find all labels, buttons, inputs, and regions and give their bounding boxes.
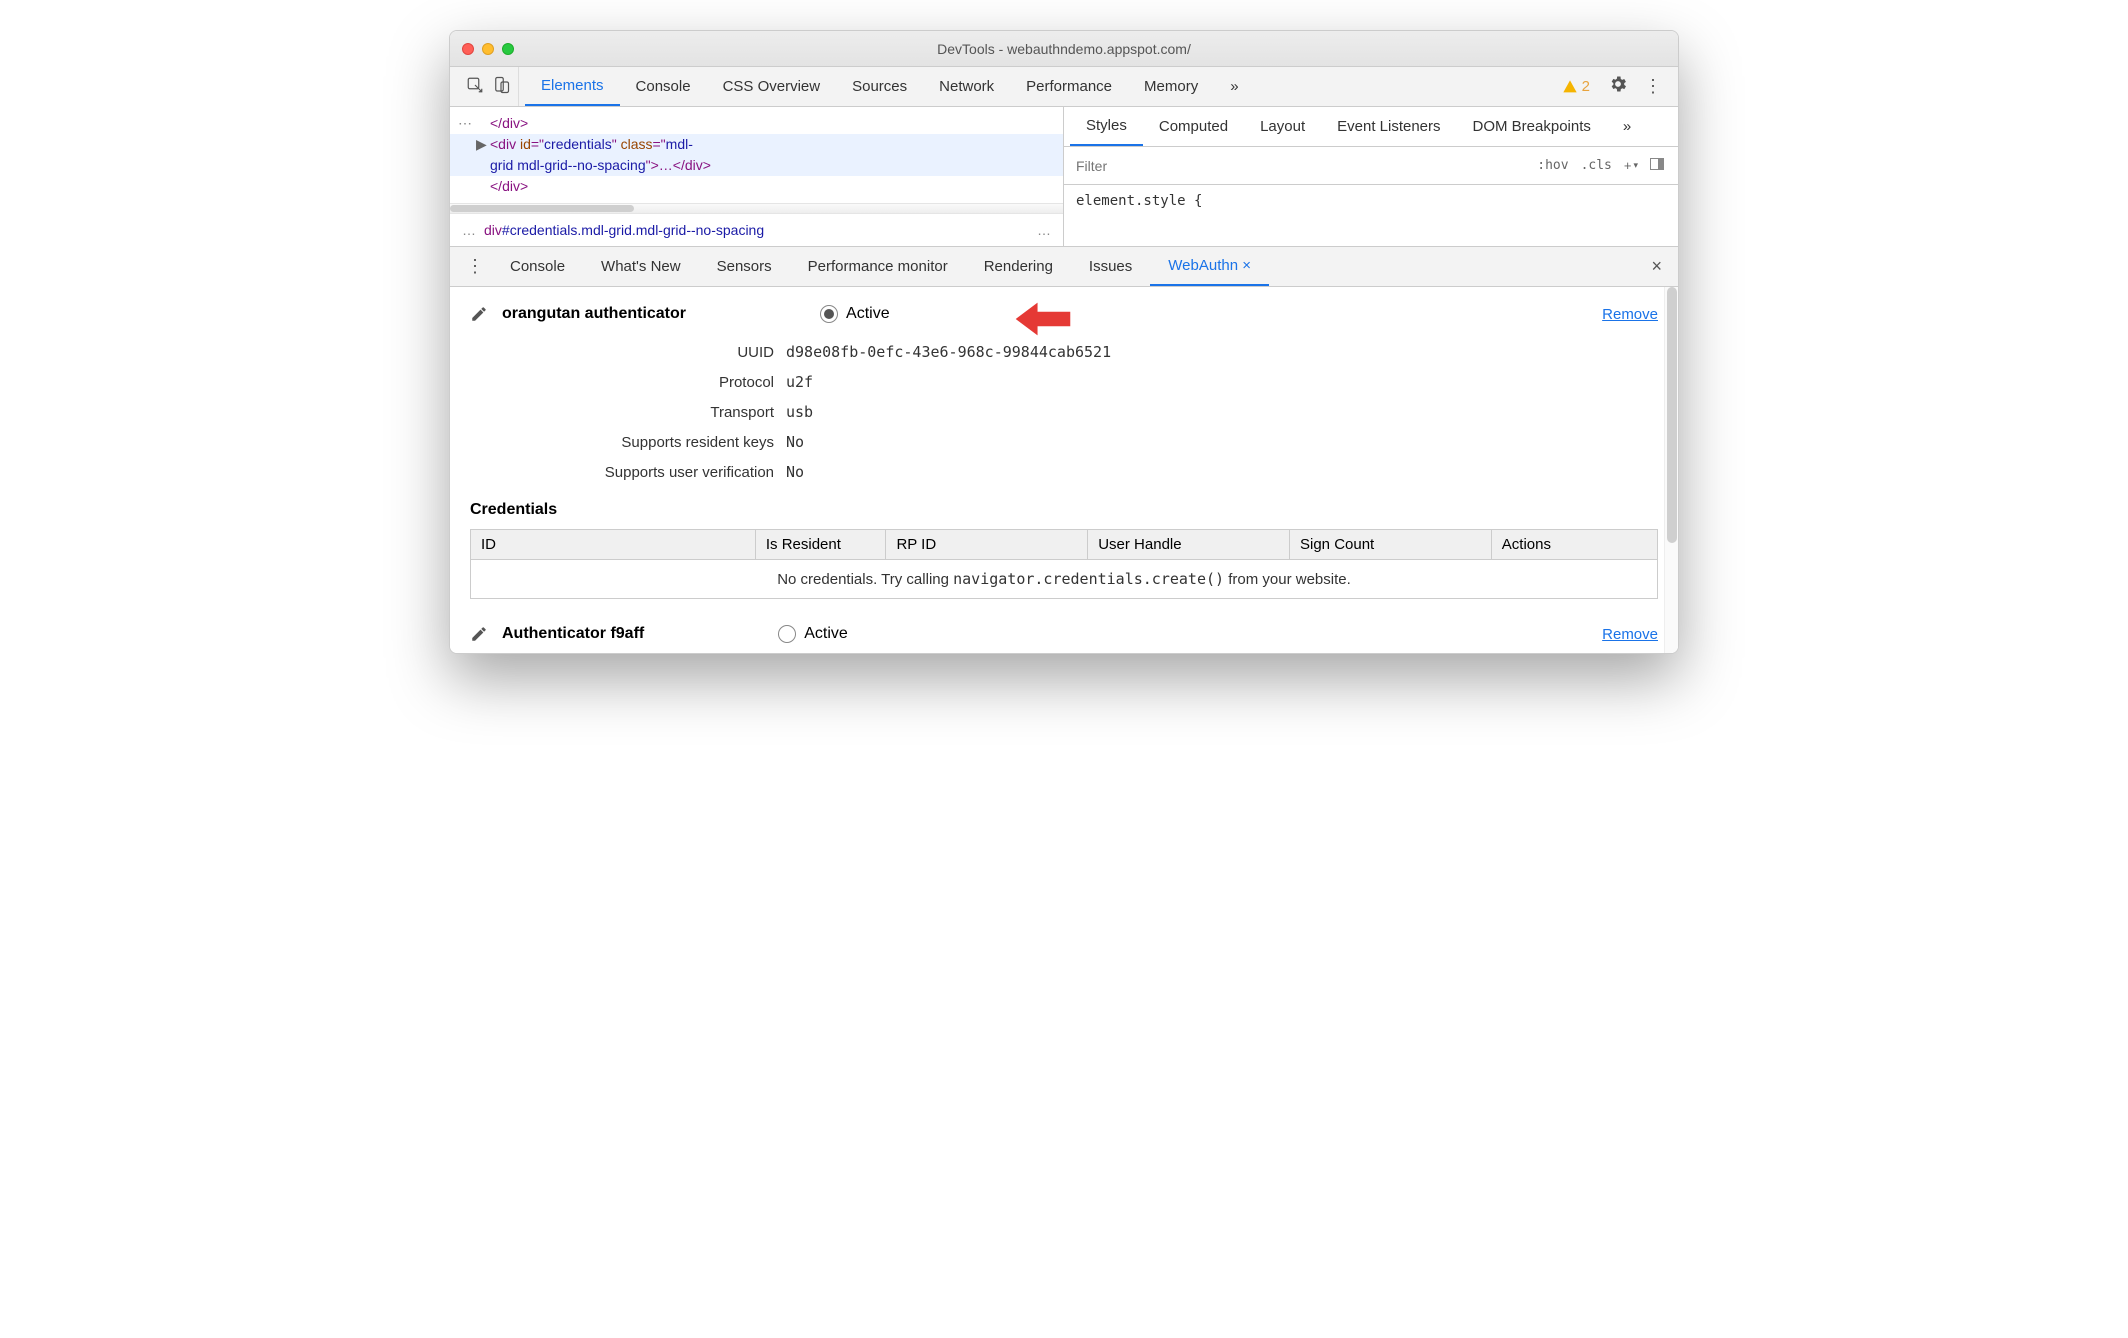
annotation-arrow-icon <box>1015 299 1071 339</box>
authenticator-name: Authenticator f9aff <box>502 625 644 643</box>
col-is-resident: Is Resident <box>755 530 886 560</box>
credentials-table: ID Is Resident RP ID User Handle Sign Co… <box>470 529 1658 599</box>
breadcrumb-overflow-right[interactable]: … <box>1037 222 1051 238</box>
tab-memory[interactable]: Memory <box>1128 67 1214 106</box>
tab-elements[interactable]: Elements <box>525 67 620 106</box>
titlebar: DevTools - webauthndemo.appspot.com/ <box>450 31 1678 67</box>
ellipsis-icon: ⋯ <box>458 113 472 134</box>
cls-toggle[interactable]: .cls <box>1575 158 1618 173</box>
styles-filter-input[interactable] <box>1072 154 1531 178</box>
uuid-value: d98e08fb-0efc-43e6-968c-99844cab6521 <box>786 343 1111 361</box>
resident-keys-label: Supports resident keys <box>470 434 786 451</box>
tab-performance[interactable]: Performance <box>1010 67 1128 106</box>
warnings-badge[interactable]: 2 <box>1552 78 1600 95</box>
transport-label: Transport <box>470 404 786 421</box>
user-verification-label: Supports user verification <box>470 464 786 481</box>
tab-styles[interactable]: Styles <box>1070 107 1143 146</box>
toggle-sidebar-icon[interactable] <box>1644 158 1670 174</box>
active-label: Active <box>804 625 848 643</box>
tab-console[interactable]: Console <box>620 67 707 106</box>
credentials-empty-row: No credentials. Try calling navigator.cr… <box>471 560 1658 599</box>
close-tab-icon[interactable]: × <box>1242 257 1251 274</box>
user-verification-value: No <box>786 463 804 481</box>
credentials-heading: Credentials <box>470 501 1658 519</box>
authenticator-name: orangutan authenticator <box>502 305 686 323</box>
main-tabbar: Elements Console CSS Overview Sources Ne… <box>450 67 1678 107</box>
close-drawer-icon[interactable]: × <box>1643 256 1670 277</box>
warnings-count: 2 <box>1582 78 1590 95</box>
styles-tabbar: Styles Computed Layout Event Listeners D… <box>1064 107 1678 147</box>
drawer-tab-console[interactable]: Console <box>492 247 583 286</box>
active-label: Active <box>846 305 890 323</box>
dom-line: </div> <box>490 178 528 194</box>
col-actions: Actions <box>1491 530 1657 560</box>
drawer-tab-issues[interactable]: Issues <box>1071 247 1150 286</box>
breadcrumb[interactable]: … div#credentials.mdl-grid.mdl-grid--no-… <box>450 213 1063 246</box>
window-title: DevTools - webauthndemo.appspot.com/ <box>450 41 1678 57</box>
tab-sources[interactable]: Sources <box>836 67 923 106</box>
active-radio[interactable] <box>778 625 796 643</box>
col-rp-id: RP ID <box>886 530 1088 560</box>
edit-icon[interactable] <box>470 625 488 643</box>
tab-network[interactable]: Network <box>923 67 1010 106</box>
col-sign-count: Sign Count <box>1290 530 1492 560</box>
dom-tree-pane[interactable]: ⋯ </div> ▶<div id="credentials" class="m… <box>450 107 1064 246</box>
resident-keys-value: No <box>786 433 804 451</box>
dom-line-selected[interactable]: ▶<div id="credentials" class="mdl-grid m… <box>450 134 1063 176</box>
tab-computed[interactable]: Computed <box>1143 107 1244 146</box>
drawer-tab-webauthn[interactable]: WebAuthn × <box>1150 247 1269 286</box>
col-user-handle: User Handle <box>1088 530 1290 560</box>
transport-value: usb <box>786 403 813 421</box>
tab-layout[interactable]: Layout <box>1244 107 1321 146</box>
protocol-value: u2f <box>786 373 813 391</box>
protocol-label: Protocol <box>470 374 786 391</box>
tab-css-overview[interactable]: CSS Overview <box>707 67 837 106</box>
new-style-rule-button[interactable]: +▾ <box>1618 158 1644 173</box>
authenticator-details: UUIDd98e08fb-0efc-43e6-968c-99844cab6521… <box>470 343 1658 481</box>
tabs-overflow[interactable]: » <box>1214 67 1254 106</box>
col-id: ID <box>471 530 756 560</box>
dom-line: </div> <box>490 115 528 131</box>
drawer-tab-whats-new[interactable]: What's New <box>583 247 699 286</box>
expand-icon[interactable]: ▶ <box>476 134 487 155</box>
inspect-icon[interactable] <box>466 76 484 98</box>
remove-link[interactable]: Remove <box>1602 626 1658 643</box>
device-toggle-icon[interactable] <box>492 76 510 98</box>
hov-toggle[interactable]: :hov <box>1531 158 1574 173</box>
drawer-tabbar: ⋮ Console What's New Sensors Performance… <box>450 247 1678 287</box>
settings-icon[interactable] <box>1600 74 1636 99</box>
breadcrumb-overflow-left[interactable]: … <box>462 222 476 238</box>
active-radio[interactable] <box>820 305 838 323</box>
horizontal-scrollbar[interactable] <box>450 203 1063 213</box>
edit-icon[interactable] <box>470 305 488 323</box>
styles-tabs-overflow[interactable]: » <box>1607 107 1647 146</box>
tab-event-listeners[interactable]: Event Listeners <box>1321 107 1456 146</box>
uuid-label: UUID <box>470 344 786 361</box>
vertical-scrollbar[interactable] <box>1664 287 1678 653</box>
element-style-rule[interactable]: element.style { <box>1064 185 1678 217</box>
drawer-tab-sensors[interactable]: Sensors <box>699 247 790 286</box>
kebab-menu-icon[interactable]: ⋮ <box>1636 76 1670 97</box>
warning-icon <box>1562 79 1578 95</box>
drawer-kebab-icon[interactable]: ⋮ <box>458 256 492 277</box>
drawer-tab-rendering[interactable]: Rendering <box>966 247 1071 286</box>
tab-dom-breakpoints[interactable]: DOM Breakpoints <box>1457 107 1607 146</box>
drawer-tab-performance-monitor[interactable]: Performance monitor <box>790 247 966 286</box>
remove-link[interactable]: Remove <box>1602 306 1658 323</box>
